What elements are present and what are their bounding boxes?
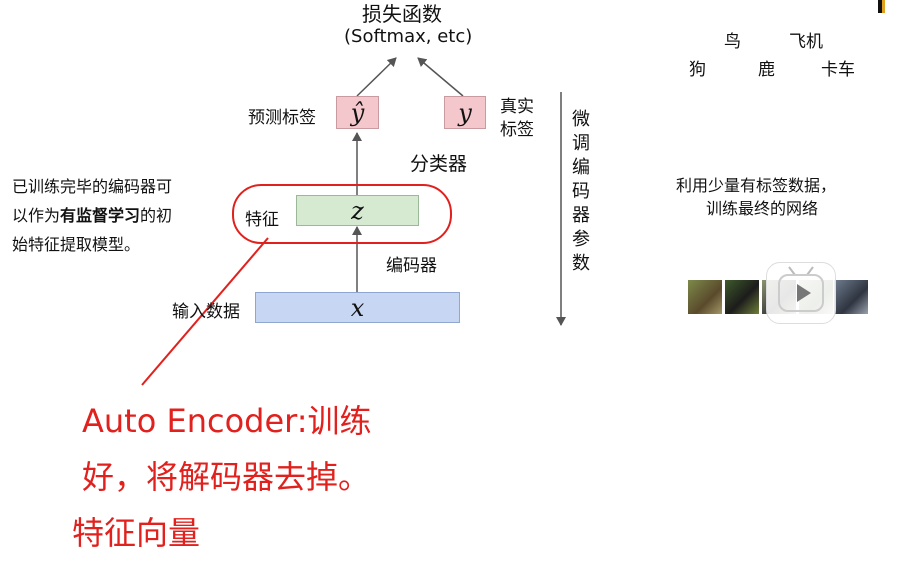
category-dog: 狗 [689, 60, 706, 80]
left-note-bold: 有监督学习 [60, 206, 141, 225]
feature-label: 特征 [245, 210, 279, 230]
play-icon [778, 266, 824, 312]
finetune-char: 器 [572, 205, 590, 226]
finetune-label: 微 调 编 码 器 参 数 [572, 108, 590, 276]
true-label-line2: 标签 [500, 120, 534, 140]
loss-title: 损失函数 [362, 2, 442, 26]
thumbnail-image [688, 280, 722, 314]
left-note-line1: 已训练完毕的编码器可 [12, 177, 173, 196]
true-label-line1: 真实 [500, 97, 534, 117]
edge-mark [882, 0, 885, 13]
input-box: x [255, 292, 460, 323]
right-note-line1: 利用少量有标签数据， [676, 176, 837, 195]
encoder-label: 编码器 [386, 256, 437, 276]
category-deer: 鹿 [758, 60, 775, 80]
predicted-label-text: 预测标签 [248, 108, 316, 128]
finetune-char: 参 [572, 229, 590, 250]
arrow-true-to-loss [417, 57, 464, 97]
finetune-char: 微 [572, 109, 590, 130]
left-note-line2: 以作为有监督学习的初 [12, 206, 173, 225]
feature-box: z [296, 195, 419, 226]
predicted-label-box: ŷ [336, 96, 379, 129]
predicted-symbol: ŷ [350, 98, 365, 127]
classifier-label: 分类器 [410, 153, 468, 175]
category-airplane: 飞机 [789, 32, 823, 52]
left-note: 已训练完毕的编码器可 以作为有监督学习的初 始特征提取模型。 [12, 172, 172, 259]
finetune-char: 编 [572, 157, 590, 178]
annotation-line1: Auto Encoder:训练 [82, 402, 372, 440]
video-player-button[interactable] [766, 262, 836, 324]
thumbnail-image [834, 280, 868, 314]
loss-subtitle: (Softmax, etc) [344, 26, 473, 47]
category-truck: 卡车 [821, 60, 855, 80]
feature-symbol: z [351, 196, 364, 225]
finetune-char: 码 [572, 181, 590, 202]
annotation-line2: 好，将解码器去掉。 [82, 458, 371, 496]
true-symbol: y [458, 98, 472, 127]
finetune-char: 调 [572, 133, 590, 154]
annotation-line3: 特征向量 [72, 514, 201, 552]
input-label: 输入数据 [172, 302, 240, 322]
true-label-box: y [444, 96, 486, 129]
arrow-pred-to-loss [356, 57, 397, 97]
right-note-line2: 训练最终的网络 [706, 199, 819, 218]
finetune-char: 数 [572, 253, 590, 274]
thumbnail-image [725, 280, 759, 314]
left-note-line3: 始特征提取模型。 [12, 235, 141, 254]
input-symbol: x [350, 293, 365, 322]
category-bird: 鸟 [724, 32, 741, 52]
